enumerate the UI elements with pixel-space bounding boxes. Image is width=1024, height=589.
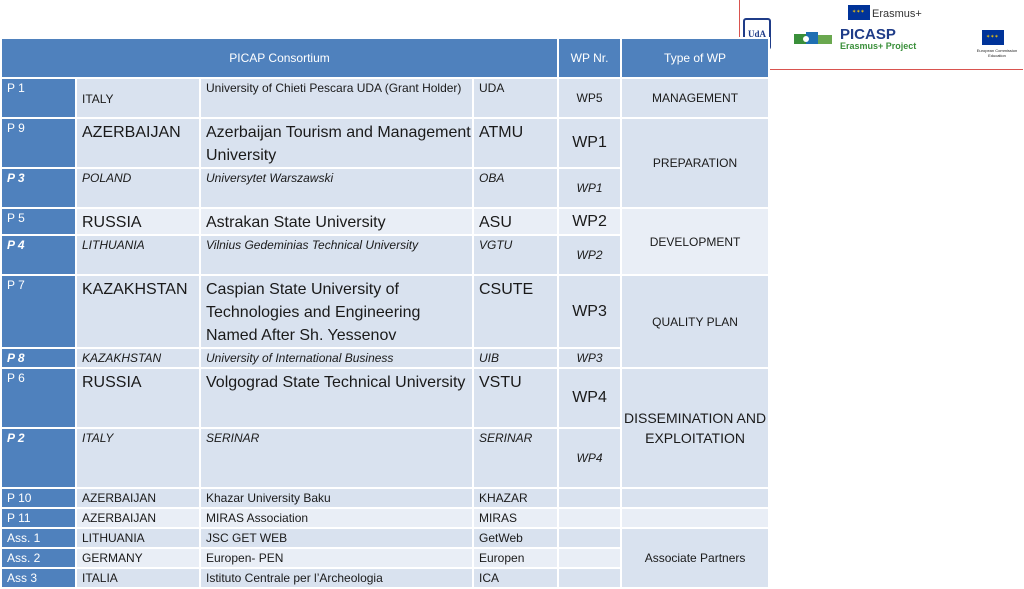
- country: KAZAKHSTAN: [75, 347, 201, 369]
- country: GERMANY: [75, 547, 201, 569]
- partner-id: Ass 3: [0, 567, 77, 589]
- university: MIRAS Association: [199, 507, 474, 529]
- abbreviation: KHAZAR: [471, 487, 560, 509]
- country: RUSSIA: [75, 367, 201, 429]
- wp-number: WP5: [557, 77, 623, 119]
- wp-type: MANAGEMENT: [620, 77, 771, 119]
- table-row: P 7 KAZAKHSTAN Caspian State University …: [0, 274, 771, 369]
- partner-id: P 10: [0, 487, 77, 509]
- table-row: P 9 AZERBAIJAN Azerbaijan Tourism and Ma…: [0, 117, 771, 209]
- partner-id: P 11: [0, 507, 77, 529]
- header-consortium: PICAP Consortium: [0, 37, 560, 79]
- university: Istituto Centrale per l’Archeologia: [199, 567, 474, 589]
- wp-number: WP4: [557, 427, 623, 489]
- wp-number: WP2: [557, 207, 623, 236]
- country: KAZAKHSTAN: [75, 274, 201, 349]
- wp-type: PREPARATION: [620, 117, 771, 209]
- table-row: Ass. 1 LITHUANIA JSC GET WEB GetWeb Asso…: [0, 527, 771, 589]
- partner-id: P 8: [0, 347, 77, 369]
- ec-text: European Commission Education: [976, 48, 1018, 58]
- university: Vilnius Gedeminias Technical University: [199, 234, 474, 276]
- header-type-of-wp: Type of WP: [620, 37, 771, 79]
- wp-number: [557, 567, 623, 589]
- abbreviation: UDA: [471, 77, 560, 119]
- partner-id: P 3: [0, 167, 77, 209]
- country: ITALIA: [75, 567, 201, 589]
- abbreviation: SERINAR: [471, 427, 560, 489]
- eu-flag-icon: [848, 5, 870, 20]
- abbreviation: VGTU: [471, 234, 560, 276]
- wp-number: WP3: [557, 274, 623, 349]
- picasp-subtitle: Erasmus+ Project: [840, 41, 917, 51]
- wp-number: WP1: [557, 117, 623, 169]
- wp-number: [557, 527, 623, 549]
- country: LITHUANIA: [75, 527, 201, 549]
- wp-type: Associate Partners: [620, 527, 771, 589]
- abbreviation: ASU: [471, 207, 560, 236]
- wp-type: DISSEMINATION AND EXPLOITATION: [620, 367, 771, 489]
- abbreviation: UIB: [471, 347, 560, 369]
- wp-number: [557, 507, 623, 529]
- country: ITALY: [75, 427, 201, 489]
- university: University of International Business: [199, 347, 474, 369]
- wp-number: [557, 487, 623, 509]
- partner-id: P 1: [0, 77, 77, 119]
- partner-id: Ass. 2: [0, 547, 77, 569]
- puzzle-logo-icon: [794, 32, 832, 44]
- wp-type: [620, 487, 771, 509]
- wp-type: [620, 507, 771, 529]
- abbreviation: MIRAS: [471, 507, 560, 529]
- country: AZERBAIJAN: [75, 117, 201, 169]
- university: Khazar University Baku: [199, 487, 474, 509]
- abbreviation: GetWeb: [471, 527, 560, 549]
- country: LITHUANIA: [75, 234, 201, 276]
- partner-id: P 4: [0, 234, 77, 276]
- erasmus-label: Erasmus+: [872, 8, 922, 20]
- ec-flag-icon: [982, 30, 1004, 45]
- partner-id: P 6: [0, 367, 77, 429]
- table-row: P 1 ITALY University of Chieti Pescara U…: [0, 77, 771, 119]
- wp-number: [557, 547, 623, 569]
- wp-type: QUALITY PLAN: [620, 274, 771, 369]
- partner-id: P 9: [0, 117, 77, 169]
- abbreviation: ICA: [471, 567, 560, 589]
- partner-id: P 5: [0, 207, 77, 236]
- university: Caspian State University of Technologies…: [199, 274, 474, 349]
- country: AZERBAIJAN: [75, 507, 201, 529]
- university: SERINAR: [199, 427, 474, 489]
- partner-id: P 7: [0, 274, 77, 349]
- university: JSC GET WEB: [199, 527, 474, 549]
- partner-id: P 2: [0, 427, 77, 489]
- country: AZERBAIJAN: [75, 487, 201, 509]
- table-header-row: PICAP Consortium WP Nr. Type of WP: [0, 37, 771, 79]
- table-row: P 11 AZERBAIJAN MIRAS Association MIRAS: [0, 507, 771, 529]
- consortium-table: PICAP Consortium WP Nr. Type of WP P 1 I…: [0, 37, 771, 589]
- university: Universytet Warszawski: [199, 167, 474, 209]
- abbreviation: CSUTE: [471, 274, 560, 349]
- country: POLAND: [75, 167, 201, 209]
- abbreviation: Europen: [471, 547, 560, 569]
- university: Azerbaijan Tourism and Management Univer…: [199, 117, 474, 169]
- wp-type: DEVELOPMENT: [620, 207, 771, 276]
- abbreviation: OBA: [471, 167, 560, 209]
- university: Volgograd State Technical University: [199, 367, 474, 429]
- wp-number: WP1: [557, 167, 623, 209]
- university: University of Chieti Pescara UDA (Grant …: [199, 77, 474, 119]
- wp-number: WP3: [557, 347, 623, 369]
- abbreviation: ATMU: [471, 117, 560, 169]
- country: ITALY: [75, 77, 201, 119]
- table-row: P 10 AZERBAIJAN Khazar University Baku K…: [0, 487, 771, 509]
- university: Europen- PEN: [199, 547, 474, 569]
- wp-number: WP4: [557, 367, 623, 429]
- partner-id: Ass. 1: [0, 527, 77, 549]
- country: RUSSIA: [75, 207, 201, 236]
- table-row: P 5 RUSSIA Astrakan State University ASU…: [0, 207, 771, 276]
- abbreviation: VSTU: [471, 367, 560, 429]
- university: Astrakan State University: [199, 207, 474, 236]
- table-row: P 6 RUSSIA Volgograd State Technical Uni…: [0, 367, 771, 489]
- wp-number: WP2: [557, 234, 623, 276]
- header-wp-nr: WP Nr.: [557, 37, 623, 79]
